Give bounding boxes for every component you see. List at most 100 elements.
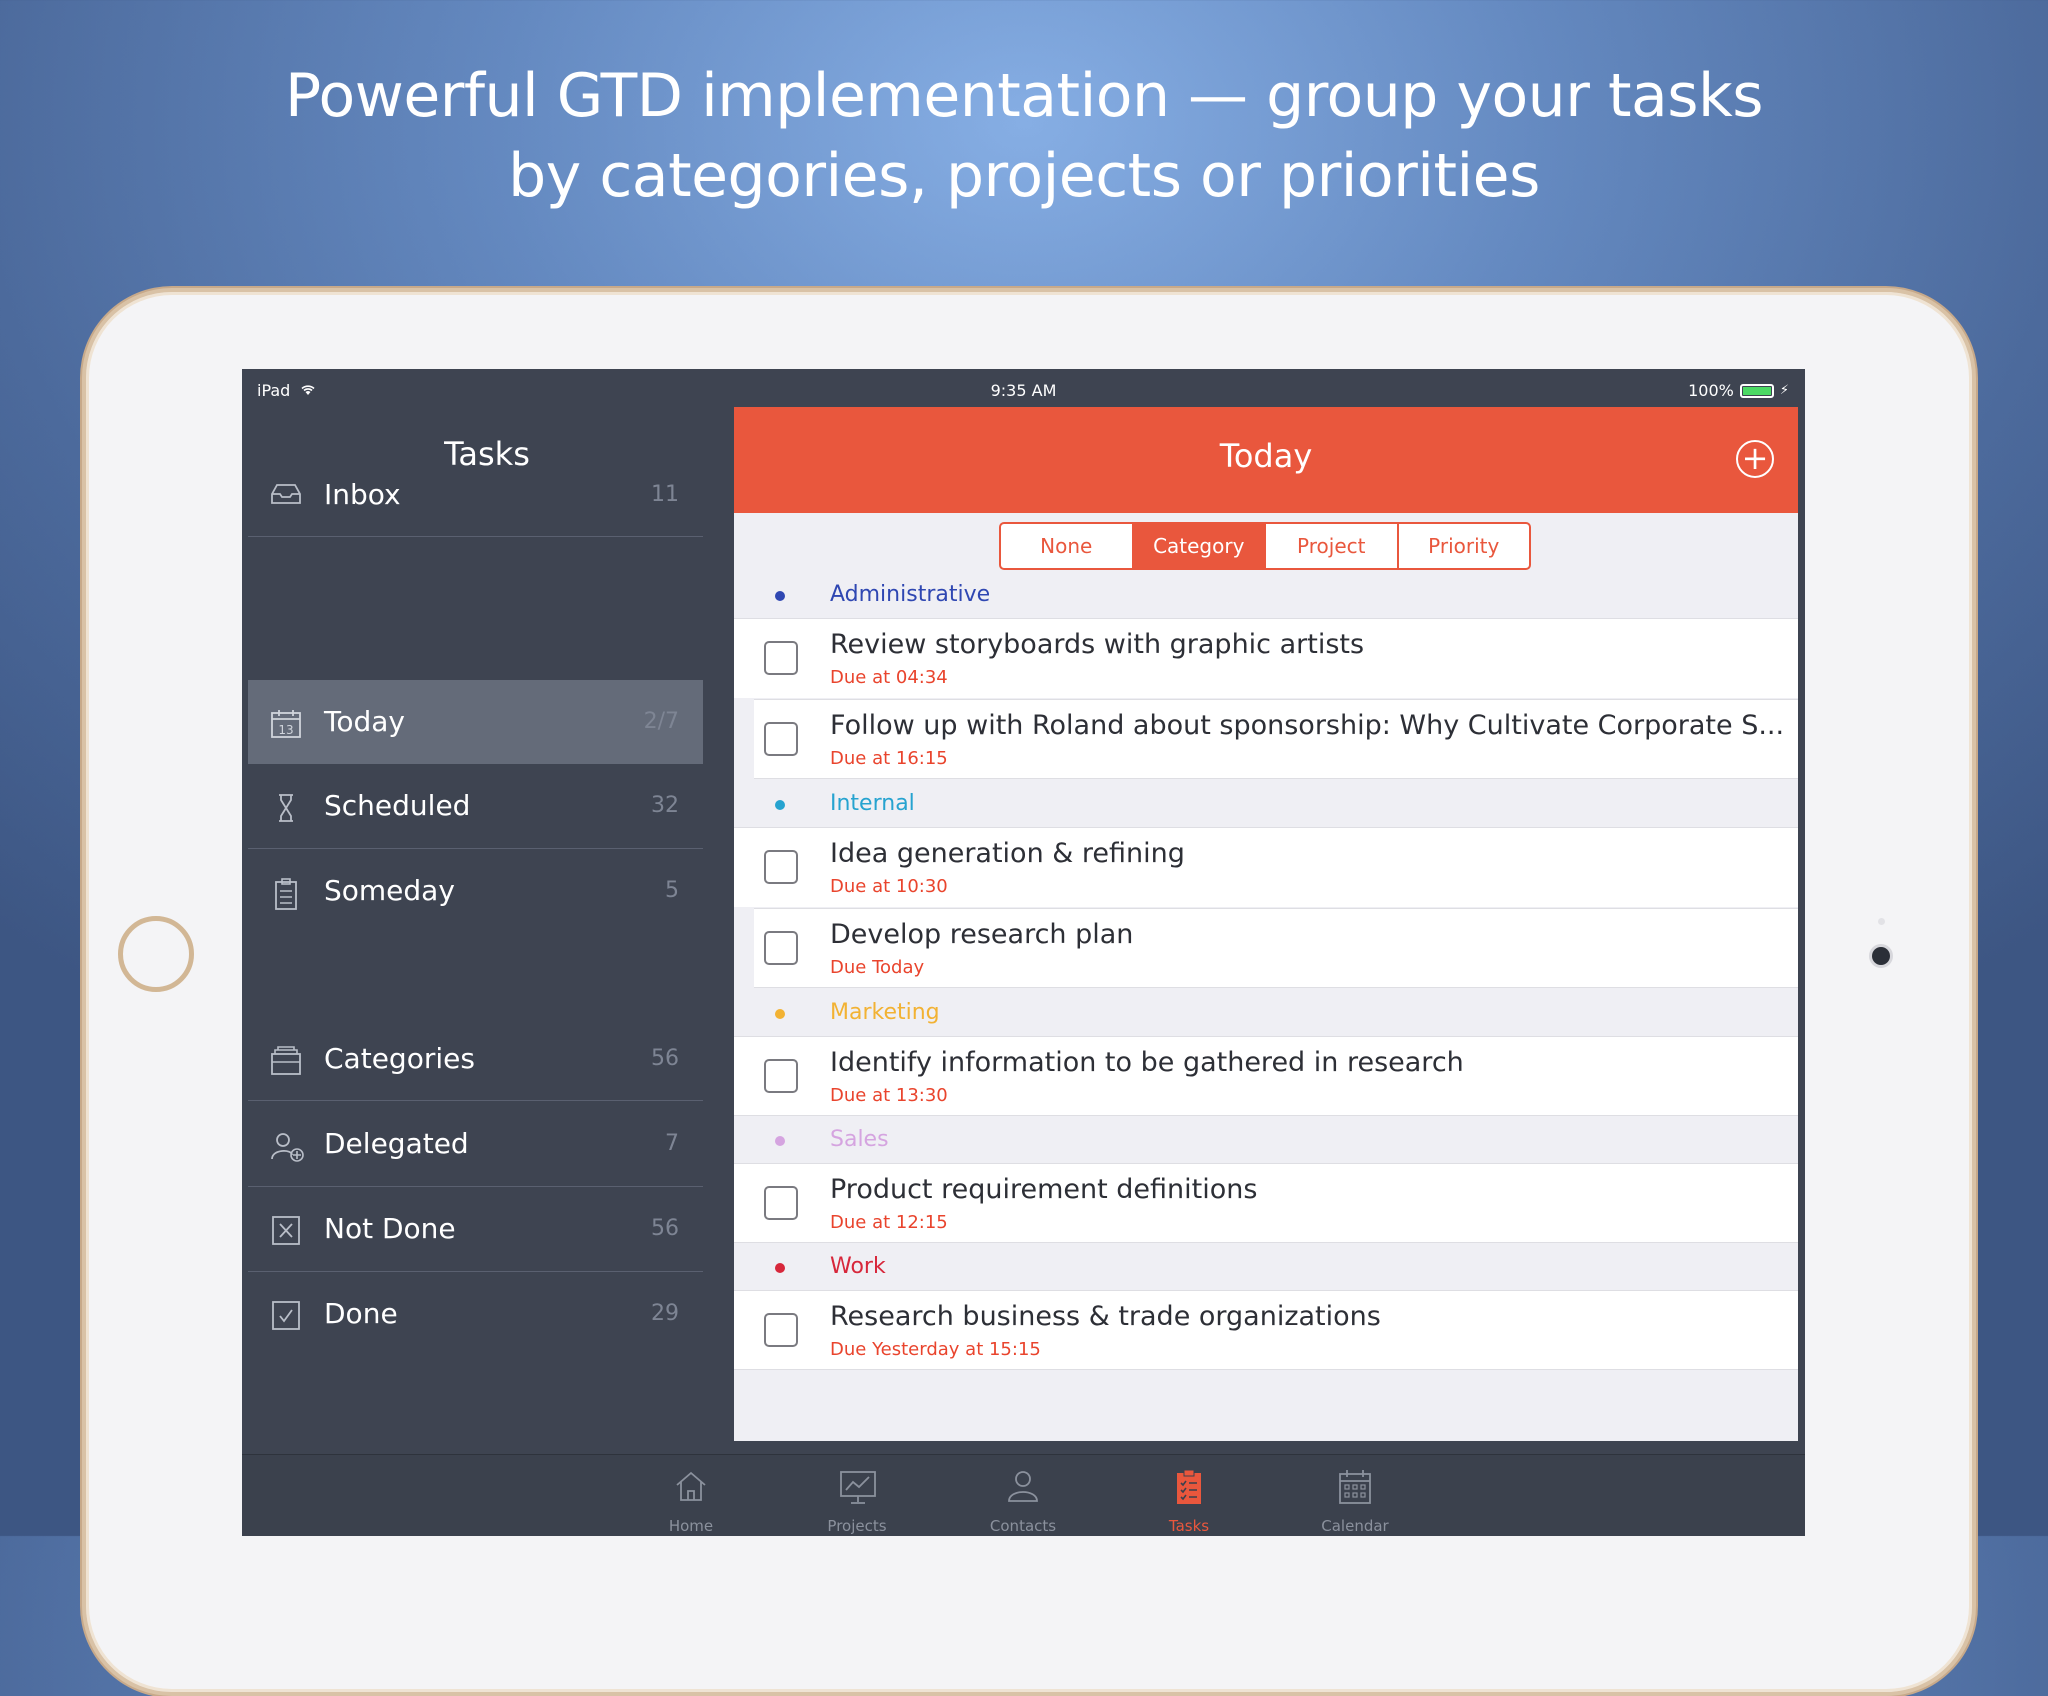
group-header-marketing: Marketing	[734, 990, 1798, 1036]
task-title: Review storyboards with graphic artists	[830, 629, 1365, 660]
calendar-grid-icon	[1337, 1469, 1373, 1505]
inbox-icon	[270, 482, 302, 510]
task-due: Due at 12:15	[830, 1212, 948, 1233]
group-header-sales: Sales	[734, 1117, 1798, 1163]
task-due: Due at 13:30	[830, 1085, 948, 1106]
task-title: Idea generation & refining	[830, 838, 1185, 869]
task-row[interactable]: Product requirement definitions Due at 1…	[734, 1163, 1798, 1243]
light-sensor	[1878, 918, 1885, 925]
sidebar-item-label: Categories	[324, 1042, 475, 1075]
task-checkbox[interactable]	[764, 850, 798, 884]
headline-line-2: by categories, projects or priorities	[508, 141, 1540, 211]
segment-category[interactable]: Category	[1133, 524, 1266, 568]
task-due: Due at 10:30	[830, 876, 948, 897]
group-header-internal: Internal	[734, 781, 1798, 827]
task-due: Due Yesterday at 15:15	[830, 1339, 1041, 1360]
tab-home[interactable]: Home	[621, 1455, 761, 1535]
battery-icon	[1739, 383, 1774, 398]
page-title: Today	[1219, 437, 1313, 475]
sidebar-item-count: 56	[651, 1216, 679, 1241]
tab-label: Tasks	[1168, 1517, 1210, 1535]
task-title: Research business & trade organizations	[830, 1301, 1381, 1332]
sidebar: Tasks Inbox 11 13 Today 2/7 Scheduled 32	[242, 369, 732, 1536]
task-row[interactable]: Identify information to be gathered in r…	[734, 1036, 1798, 1116]
headline: Powerful GTD implementation — group your…	[0, 56, 2048, 216]
task-title: Product requirement definitions	[830, 1174, 1258, 1205]
sidebar-item-count: 2/7	[643, 709, 679, 734]
sidebar-item-count: 29	[651, 1301, 679, 1326]
main-header: Today +	[734, 407, 1798, 513]
sidebar-item-done[interactable]: Done 29	[248, 1272, 703, 1356]
home-button[interactable]	[118, 916, 194, 992]
task-checkbox[interactable]	[764, 1313, 798, 1347]
sidebar-item-scheduled[interactable]: Scheduled 32	[248, 764, 703, 849]
sidebar-item-count: 11	[651, 482, 679, 507]
task-due: Due at 16:15	[830, 748, 948, 769]
sidebar-item-count: 5	[665, 878, 679, 903]
task-title: Develop research plan	[830, 919, 1134, 950]
calendar-today-icon: 13	[270, 709, 302, 738]
sidebar-item-today[interactable]: 13 Today 2/7	[248, 680, 703, 764]
task-row[interactable]: Follow up with Roland about sponsorship:…	[754, 699, 1798, 779]
sidebar-item-not-done[interactable]: Not Done 56	[248, 1187, 703, 1272]
group-color-dot	[775, 591, 785, 601]
grouping-segmented-control: None Category Project Priority	[999, 522, 1531, 570]
task-checkbox[interactable]	[764, 641, 798, 675]
tab-label: Contacts	[989, 1517, 1057, 1535]
task-checkbox[interactable]	[764, 1059, 798, 1093]
task-checkbox[interactable]	[764, 931, 798, 965]
tab-bar: Home Projects Contacts Tasks Calendar	[242, 1454, 1805, 1536]
sidebar-item-someday[interactable]: Someday 5	[248, 849, 703, 933]
main-panel: Today + None Category Project Priority A…	[734, 407, 1798, 1441]
sidebar-item-count: 56	[651, 1046, 679, 1071]
sidebar-item-inbox[interactable]: Inbox 11	[248, 453, 703, 537]
cross-box-icon	[270, 1216, 302, 1245]
tasks-clipboard-icon	[1171, 1469, 1207, 1505]
task-title: Follow up with Roland about sponsorship:…	[830, 710, 1785, 741]
status-battery: 100% ⚡	[1688, 381, 1789, 400]
person-icon	[1005, 1469, 1041, 1505]
tab-label: Calendar	[1321, 1517, 1389, 1535]
segment-project[interactable]: Project	[1266, 524, 1399, 568]
group-color-dot	[775, 1263, 785, 1273]
plus-circle-icon: +	[1741, 439, 1769, 477]
tab-projects[interactable]: Projects	[787, 1455, 927, 1535]
group-header-work: Work	[734, 1244, 1798, 1290]
sidebar-item-categories[interactable]: Categories 56	[248, 1017, 703, 1101]
chart-board-icon	[839, 1469, 876, 1505]
group-label: Marketing	[830, 1000, 940, 1025]
segment-priority[interactable]: Priority	[1399, 524, 1530, 568]
sidebar-item-delegated[interactable]: Delegated 7	[248, 1102, 703, 1187]
group-label: Internal	[830, 791, 915, 816]
headline-line-1: Powerful GTD implementation — group your…	[285, 61, 1764, 131]
task-row[interactable]: Develop research plan Due Today	[754, 908, 1798, 988]
group-color-dot	[775, 1136, 785, 1146]
group-color-dot	[775, 800, 785, 810]
tab-label: Home	[668, 1517, 714, 1535]
charging-icon: ⚡	[1779, 383, 1789, 398]
add-task-button[interactable]: +	[1736, 440, 1774, 478]
camera	[1872, 947, 1890, 965]
task-checkbox[interactable]	[764, 722, 798, 756]
app-screen: iPad 9:35 AM 100% ⚡ Tasks Inbox 11 13 To…	[242, 369, 1805, 1536]
hourglass-icon	[270, 793, 302, 822]
task-row[interactable]: Idea generation & refining Due at 10:30	[734, 827, 1798, 907]
svg-text:13: 13	[278, 723, 293, 737]
task-due: Due Today	[830, 957, 925, 978]
tab-contacts[interactable]: Contacts	[953, 1455, 1093, 1535]
group-label: Sales	[830, 1127, 889, 1152]
tab-calendar[interactable]: Calendar	[1285, 1455, 1425, 1535]
sidebar-item-label: Today	[324, 705, 405, 738]
categories-icon	[270, 1046, 302, 1075]
tab-tasks[interactable]: Tasks	[1119, 1455, 1259, 1535]
task-row[interactable]: Research business & trade organizations …	[734, 1290, 1798, 1370]
segment-none[interactable]: None	[1001, 524, 1134, 568]
group-label: Work	[830, 1254, 886, 1279]
tab-label: Projects	[827, 1517, 887, 1535]
clipboard-icon	[270, 878, 302, 910]
task-checkbox[interactable]	[764, 1186, 798, 1220]
check-box-icon	[270, 1301, 302, 1330]
task-title: Identify information to be gathered in r…	[830, 1047, 1464, 1078]
task-row[interactable]: Review storyboards with graphic artists …	[734, 618, 1798, 698]
sidebar-item-count: 32	[651, 793, 679, 818]
